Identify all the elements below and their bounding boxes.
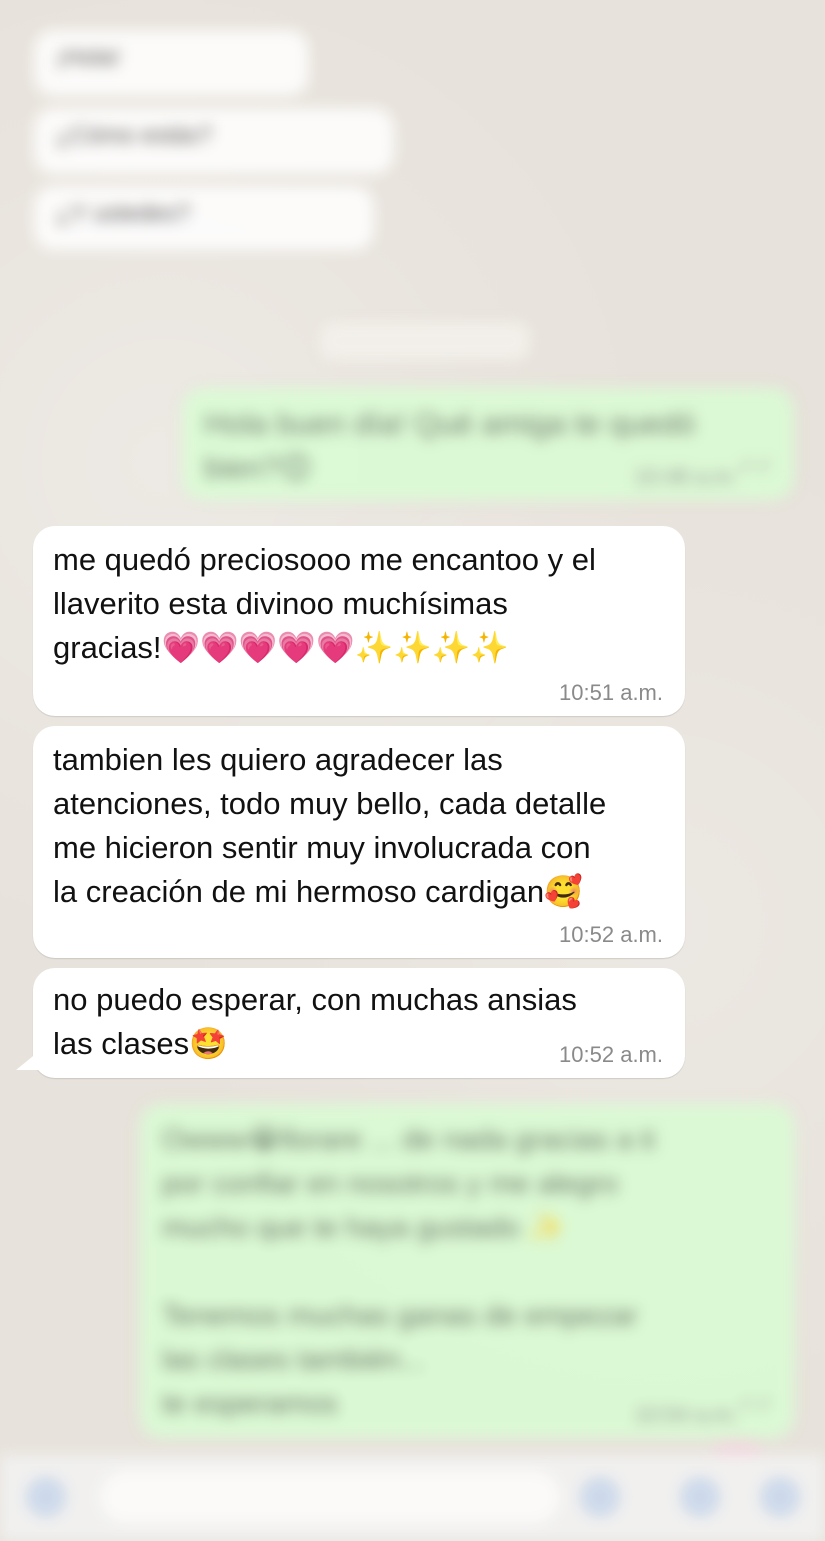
old-message-text: ¿Cómo estás?	[56, 122, 213, 149]
old-message: ¿Y ustedes?	[34, 186, 374, 250]
message-input[interactable]	[100, 1471, 560, 1523]
old-message: ¡Hola!	[34, 30, 309, 96]
incoming-message[interactable]: me quedó preciosooo me encantoo y el lla…	[33, 526, 685, 716]
incoming-message-text: me quedó preciosooo me encantoo y el lla…	[53, 542, 596, 665]
old-message-text: ¡Hola!	[56, 44, 121, 71]
outgoing-message-time: 10:48 a.m.	[634, 464, 738, 489]
incoming-message[interactable]: no puedo esperar, con muchas ansias las …	[33, 968, 685, 1078]
incoming-message-time: 10:52 a.m.	[559, 922, 663, 947]
outgoing-message-time: 10:54 a.m.	[634, 1402, 738, 1427]
bubble-tail	[16, 1052, 38, 1070]
outgoing-message-text: Owww😭llorare ... de nada gracias a ti po…	[162, 1124, 656, 1420]
old-message-text: ¿Y ustedes?	[56, 200, 191, 227]
composer-bar	[0, 1455, 825, 1541]
plus-icon[interactable]	[26, 1477, 66, 1517]
sticker-icon[interactable]	[580, 1477, 620, 1517]
microphone-icon[interactable]	[760, 1477, 800, 1517]
double-check-icon: ✓✓	[737, 1391, 774, 1416]
incoming-message-time: 10:51 a.m.	[559, 680, 663, 705]
incoming-message[interactable]: tambien les quiero agradecer las atencio…	[33, 726, 685, 958]
outgoing-message[interactable]: Hola buen día! Qué amiga te quedó bien?😊…	[182, 388, 794, 500]
camera-icon[interactable]	[680, 1477, 720, 1517]
double-check-icon: ✓✓	[737, 453, 774, 478]
outgoing-message[interactable]: Owww😭llorare ... de nada gracias a ti po…	[140, 1104, 794, 1438]
old-message: ¿Cómo estás?	[34, 108, 394, 174]
incoming-message-time: 10:52 a.m.	[559, 1042, 663, 1067]
date-chip	[320, 322, 530, 360]
incoming-message-text: tambien les quiero agradecer las atencio…	[53, 742, 607, 909]
